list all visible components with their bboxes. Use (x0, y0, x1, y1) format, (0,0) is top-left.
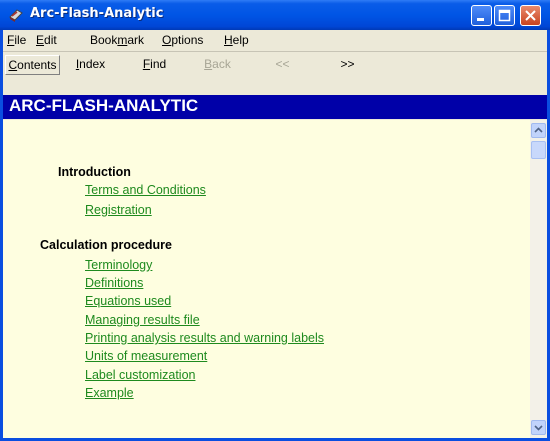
scroll-up-button[interactable] (531, 123, 546, 138)
find-button[interactable]: Find (127, 55, 182, 75)
menu-options[interactable]: Options (162, 33, 203, 47)
browse-previous-button[interactable]: << (255, 55, 310, 75)
menu-bookmark[interactable]: Bookmark (90, 33, 144, 47)
maximize-button[interactable] (494, 5, 515, 26)
link-label-customization[interactable]: Label customization (85, 368, 195, 382)
app-book-icon (8, 7, 24, 23)
link-printing-analysis-results[interactable]: Printing analysis results and warning la… (85, 331, 324, 345)
section-heading-introduction: Introduction (58, 165, 131, 179)
link-equations-used[interactable]: Equations used (85, 294, 171, 308)
title-bar[interactable]: Arc-Flash-Analytic (0, 0, 550, 30)
help-window: Arc-Flash-Analytic File Edit Bookmark Op… (0, 0, 550, 441)
link-example[interactable]: Example (85, 386, 134, 400)
banner-title: ARC-FLASH-ANALYTIC (9, 96, 199, 115)
vertical-scrollbar[interactable] (530, 120, 547, 438)
chevron-up-icon (534, 127, 543, 133)
link-registration[interactable]: Registration (85, 203, 152, 217)
menu-help[interactable]: Help (224, 33, 249, 47)
window-title: Arc-Flash-Analytic (30, 6, 164, 21)
link-terms-and-conditions[interactable]: Terms and Conditions (85, 183, 206, 197)
chevron-down-icon (534, 425, 543, 431)
menu-bar: File Edit Bookmark Options Help (3, 30, 547, 50)
back-button[interactable]: Back (190, 55, 245, 75)
content-pane: Introduction Terms and Conditions Regist… (3, 120, 530, 438)
section-heading-calculation-procedure: Calculation procedure (40, 238, 172, 252)
index-button[interactable]: Index (63, 55, 118, 75)
toolbar: Contents Index Find Back << >> (3, 51, 547, 78)
minimize-button[interactable] (471, 5, 492, 26)
contents-button[interactable]: Contents (5, 55, 60, 75)
link-units-of-measurement[interactable]: Units of measurement (85, 349, 207, 363)
menu-file[interactable]: File (7, 33, 26, 47)
link-terminology[interactable]: Terminology (85, 258, 152, 272)
browse-next-button[interactable]: >> (320, 55, 375, 75)
link-definitions[interactable]: Definitions (85, 276, 143, 290)
menu-edit[interactable]: Edit (36, 33, 57, 47)
scroll-down-button[interactable] (531, 420, 546, 435)
scroll-thumb[interactable] (531, 141, 546, 159)
close-button[interactable] (520, 5, 541, 26)
link-managing-results-file[interactable]: Managing results file (85, 313, 200, 327)
